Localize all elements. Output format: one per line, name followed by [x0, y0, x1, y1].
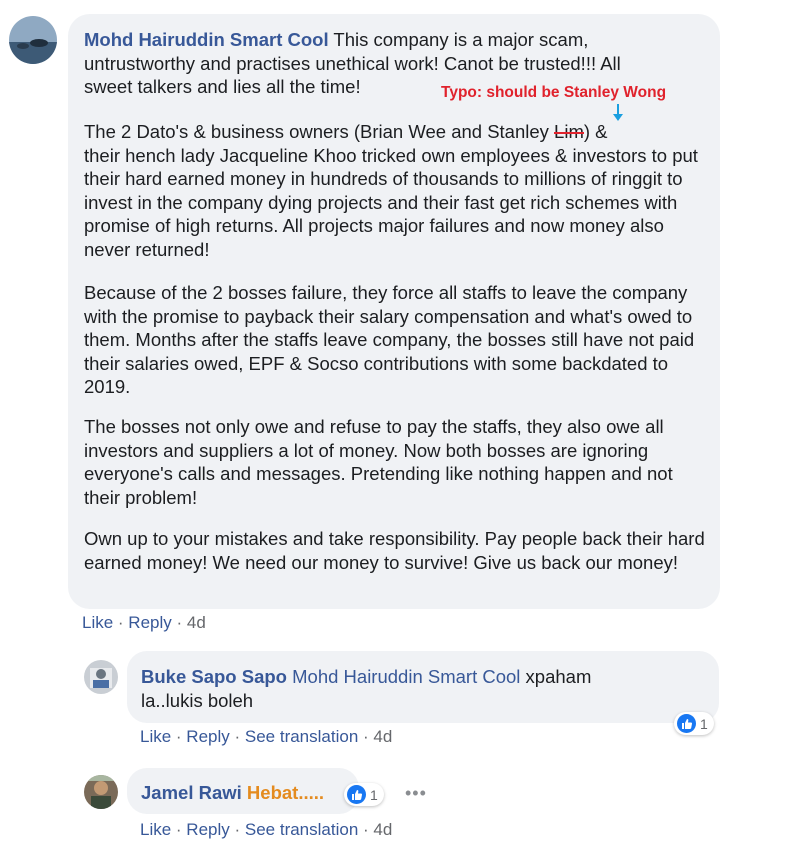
avatar-reply2[interactable]	[84, 775, 118, 809]
typo-annotation: Typo: should be Stanley Wong	[441, 84, 667, 101]
reply1-time[interactable]: 4d	[373, 727, 392, 746]
comment-paragraph-2: The 2 Dato's & business owners (Brian We…	[84, 121, 698, 260]
reply2-reaction-badge[interactable]: 1	[344, 783, 384, 806]
reply2-time[interactable]: 4d	[373, 820, 392, 839]
like-thumb-icon	[677, 714, 696, 733]
see-translation-link[interactable]: See translation	[245, 820, 358, 839]
reply-link[interactable]: Reply	[186, 727, 229, 746]
reply2-text: Jamel Rawi Hebat.....	[141, 781, 324, 805]
comment-time[interactable]: 4d	[187, 613, 206, 632]
reply1-text: Buke Sapo Sapo Mohd Hairuddin Smart Cool…	[141, 666, 592, 711]
avatar-main[interactable]	[9, 16, 57, 64]
like-link[interactable]: Like	[140, 727, 171, 746]
avatar-image	[84, 775, 118, 809]
like-link[interactable]: Like	[140, 820, 171, 839]
more-options-icon[interactable]: •••	[405, 783, 427, 804]
avatar-image	[9, 16, 57, 64]
avatar-image	[84, 660, 118, 694]
reply2-message: Hebat.....	[246, 782, 325, 803]
reply1-mention[interactable]: Mohd Hairuddin Smart Cool	[292, 666, 520, 687]
reply-link[interactable]: Reply	[186, 820, 229, 839]
see-translation-link[interactable]: See translation	[245, 727, 358, 746]
comment-actions-main: Like · Reply · 4d	[82, 613, 206, 632]
comment-paragraph-4: The bosses not only owe and refuse to pa…	[84, 416, 673, 508]
comment-paragraph-3: Because of the 2 bosses failure, they fo…	[84, 282, 695, 397]
avatar-reply1[interactable]	[84, 660, 118, 694]
reply2-actions: Like · Reply · See translation · 4d	[140, 820, 393, 839]
like-link[interactable]: Like	[82, 613, 113, 632]
comment-author[interactable]: Mohd Hairuddin Smart Cool	[84, 29, 329, 50]
reply1-reaction-badge[interactable]: 1	[674, 712, 714, 735]
reply1-actions: Like · Reply · See translation · 4d	[140, 727, 393, 746]
reply1-author[interactable]: Buke Sapo Sapo	[141, 666, 287, 687]
like-thumb-icon	[347, 785, 366, 804]
typo-word: Lim	[554, 121, 584, 142]
reply2-author[interactable]: Jamel Rawi	[141, 782, 242, 803]
reply-link[interactable]: Reply	[128, 613, 171, 632]
comment-paragraph-5: Own up to your mistakes and take respons…	[84, 528, 705, 573]
